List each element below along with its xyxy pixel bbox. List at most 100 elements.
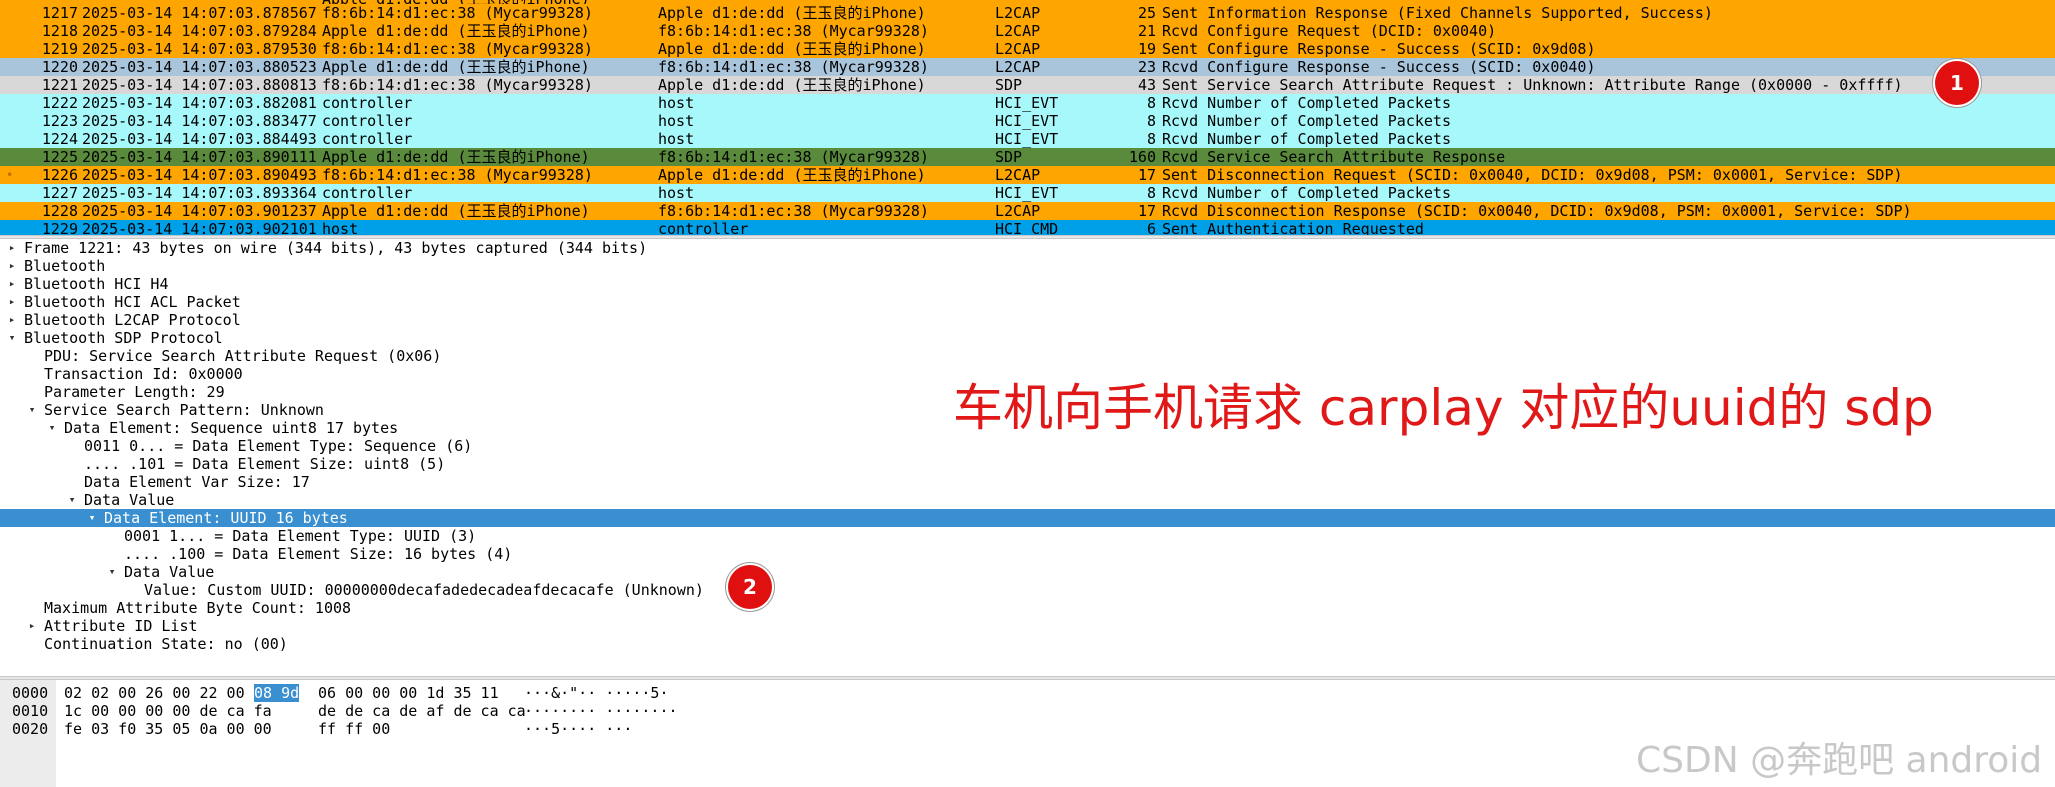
tree-node-label: Data Element: Sequence uint8 17 bytes <box>64 419 399 437</box>
packet-length: 19 <box>1137 40 1156 58</box>
packet-dst: f8:6b:14:d1:ec:38 (Mycar99328) <box>658 58 929 76</box>
packet-row[interactable]: 1228 2025-03-14 14:07:03.901237 Apple d1:d… <box>0 202 2055 220</box>
packet-row[interactable]: 1217 2025-03-14 14:07:03.878567 f8:6b:14:d… <box>0 4 2055 22</box>
hex-bytes: 02 02 00 26 00 22 00 <box>64 684 245 702</box>
hex-offset: 0010 <box>12 702 49 720</box>
packet-protocol: L2CAP <box>995 166 1041 184</box>
packet-length: 23 <box>1137 58 1156 76</box>
packet-protocol: L2CAP <box>995 22 1041 40</box>
packet-dst: f8:6b:14:d1:ec:38 (Mycar99328) <box>658 22 929 40</box>
expanded-arrow-icon[interactable]: ▾ <box>66 491 78 509</box>
packet-src: controller <box>322 184 413 202</box>
packet-dst: Apple d1:de:dd (王玉良的iPhone) <box>658 4 926 22</box>
collapsed-arrow-icon[interactable]: ▸ <box>6 311 18 329</box>
tree-node[interactable]: .... .101 = Data Element Size: uint8 (5) <box>0 455 2055 473</box>
packet-dst: Apple d1:de:dd (王玉良的iPhone) <box>658 166 926 184</box>
packet-protocol: HCI_EVT <box>995 112 1059 130</box>
tree-node[interactable]: Continuation State: no (00) <box>0 635 2055 653</box>
collapsed-arrow-icon[interactable]: ▸ <box>6 239 18 257</box>
tree-node-label: .... .101 = Data Element Size: uint8 (5) <box>84 455 446 473</box>
packet-row[interactable]: 1221 2025-03-14 14:07:03.880813 f8:6b:14:d… <box>0 76 2055 94</box>
packet-dst: Apple d1:de:dd (王玉良的iPhone) <box>658 40 926 58</box>
expanded-arrow-icon[interactable]: ▾ <box>6 329 18 347</box>
packet-no: 1218 <box>41 22 78 40</box>
hex-ascii: ···5···· ··· <box>524 720 633 738</box>
collapsed-arrow-icon[interactable]: ▸ <box>6 293 18 311</box>
packet-time: 2025-03-14 14:07:03.878567 <box>82 4 317 22</box>
packet-info: Rcvd Configure Response - Success (SCID:… <box>1162 58 1596 76</box>
expanded-arrow-icon[interactable]: ▾ <box>26 401 38 419</box>
packet-row[interactable]: 1224 2025-03-14 14:07:03.884493 controller… <box>0 130 2055 148</box>
tree-node[interactable]: ▸ Attribute ID List <box>0 617 2055 635</box>
packet-protocol: L2CAP <box>995 202 1041 220</box>
packet-detail-tree[interactable]: ▸ Frame 1221: 43 bytes on wire (344 bits)… <box>0 239 2055 676</box>
packet-row[interactable]: 1219 2025-03-14 14:07:03.879530 f8:6b:14:d… <box>0 40 2055 58</box>
tree-node[interactable]: ▸ Frame 1221: 43 bytes on wire (344 bits)… <box>0 239 2055 257</box>
tree-node[interactable]: Data Element Var Size: 17 <box>0 473 2055 491</box>
tree-node-label: Bluetooth <box>24 257 106 275</box>
expanded-arrow-icon[interactable]: ▾ <box>46 419 58 437</box>
packet-info: Rcvd Number of Completed Packets <box>1162 184 1451 202</box>
tree-node-label: .... .100 = Data Element Size: 16 bytes … <box>124 545 513 563</box>
tree-node[interactable]: Value: Custom UUID: 00000000decafadedeca… <box>0 581 2055 599</box>
tree-node[interactable]: Maximum Attribute Byte Count: 1008 <box>0 599 2055 617</box>
tree-node[interactable]: ▾ Data Value <box>0 563 2055 581</box>
tree-node[interactable]: ▸ Bluetooth HCI H4 <box>0 275 2055 293</box>
tree-node-label: Frame 1221: 43 bytes on wire (344 bits),… <box>24 239 648 257</box>
packet-length: 160 <box>1128 148 1156 166</box>
collapsed-arrow-icon[interactable]: ▸ <box>26 617 38 635</box>
packet-time: 2025-03-14 14:07:03.879284 <box>82 22 317 40</box>
packet-row[interactable]: 1223 2025-03-14 14:07:03.883477 controller… <box>0 112 2055 130</box>
packet-length: 8 <box>1146 184 1156 202</box>
hex-bytes: 1c 00 00 00 00 de ca fa <box>64 702 272 720</box>
packet-time: 2025-03-14 14:07:03.882081 <box>82 94 317 112</box>
packet-no: 1227 <box>41 184 78 202</box>
expanded-arrow-icon[interactable]: ▾ <box>86 509 98 527</box>
packet-row[interactable]: • 1226 2025-03-14 14:07:03.890493 f8:6b:14:… <box>0 166 2055 184</box>
hex-bytes: ff ff 00 <box>318 720 391 738</box>
tree-node[interactable]: 0001 1... = Data Element Type: UUID (3) <box>0 527 2055 545</box>
tree-node-label: Value: Custom UUID: 00000000decafadedeca… <box>144 581 704 599</box>
packet-src: Apple d1:de:dd (王玉良的iPhone) <box>322 148 590 166</box>
packet-info: Rcvd Number of Completed Packets <box>1162 112 1451 130</box>
hex-bytes: fe 03 f0 35 05 0a 00 00 <box>64 720 272 738</box>
packet-row[interactable]: 1218 2025-03-14 14:07:03.879284 Apple d1:d… <box>0 22 2055 40</box>
hex-offset: 0000 <box>12 684 49 702</box>
packet-row[interactable]: 1225 2025-03-14 14:07:03.890111 Apple d1:d… <box>0 148 2055 166</box>
tree-node[interactable]: ▸ Bluetooth L2CAP Protocol <box>0 311 2055 329</box>
packet-src: f8:6b:14:d1:ec:38 (Mycar99328) <box>322 4 593 22</box>
packet-info: Rcvd Configure Request (DCID: 0x0040) <box>1162 22 1497 40</box>
tree-node-label: Maximum Attribute Byte Count: 1008 <box>44 599 352 617</box>
tree-node[interactable]: PDU: Service Search Attribute Request (0… <box>0 347 2055 365</box>
collapsed-arrow-icon[interactable]: ▸ <box>6 257 18 275</box>
packet-time: 2025-03-14 14:07:03.879530 <box>82 40 317 58</box>
tree-node[interactable]: ▾ Data Value <box>0 491 2055 509</box>
packet-info: Rcvd Service Search Attribute Response <box>1162 148 1506 166</box>
packet-row[interactable]: 1227 2025-03-14 14:07:03.893364 controller… <box>0 184 2055 202</box>
packet-row[interactable]: 1222 2025-03-14 14:07:03.882081 controller… <box>0 94 2055 112</box>
packet-length: 21 <box>1137 22 1156 40</box>
tree-node[interactable]: ▸ Bluetooth <box>0 257 2055 275</box>
packet-protocol: L2CAP <box>995 4 1041 22</box>
packet-src: f8:6b:14:d1:ec:38 (Mycar99328) <box>322 76 593 94</box>
tree-node[interactable]: ▾ Bluetooth SDP Protocol <box>0 329 2055 347</box>
packet-info: Sent Disconnection Request (SCID: 0x0040… <box>1162 166 1903 184</box>
tree-node-label: Data Value <box>84 491 175 509</box>
packet-time: 2025-03-14 14:07:03.884493 <box>82 130 317 148</box>
collapsed-arrow-icon[interactable]: ▸ <box>6 275 18 293</box>
tree-node[interactable]: .... .100 = Data Element Size: 16 bytes … <box>0 545 2055 563</box>
expanded-arrow-icon[interactable]: ▾ <box>106 563 118 581</box>
tree-node-label: 0001 1... = Data Element Type: UUID (3) <box>124 527 477 545</box>
tree-node-label: Data Element: UUID 16 bytes <box>104 509 348 527</box>
tree-node-label: Bluetooth HCI H4 <box>24 275 169 293</box>
packet-row[interactable]: 1220 2025-03-14 14:07:03.880523 Apple d1:d… <box>0 58 2055 76</box>
packet-info: Sent Service Search Attribute Request : … <box>1162 76 1903 94</box>
packet-protocol: SDP <box>995 76 1023 94</box>
packet-list[interactable]: Apple d1:de:dd (王玉良的iPhone) 12172025-03-… <box>0 0 2055 237</box>
tree-node[interactable]: ▸ Bluetooth HCI ACL Packet <box>0 293 2055 311</box>
tree-node[interactable]: ▾ Data Element: UUID 16 bytes <box>0 509 2055 527</box>
packet-length: 17 <box>1137 166 1156 184</box>
packet-length: 8 <box>1146 112 1156 130</box>
packet-time: 2025-03-14 14:07:03.880523 <box>82 58 317 76</box>
packet-protocol: HCI_EVT <box>995 184 1059 202</box>
